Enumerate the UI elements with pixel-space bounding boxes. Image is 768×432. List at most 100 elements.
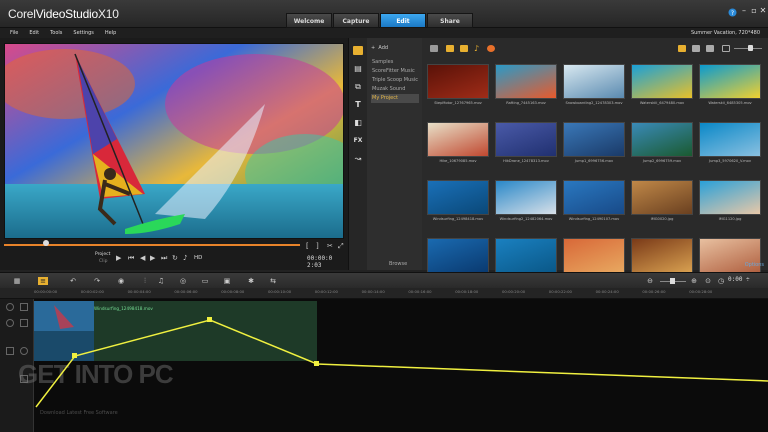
menu-settings[interactable]: Settings xyxy=(73,30,94,36)
timeline-settings-icon[interactable]: ◷ xyxy=(716,277,726,285)
filter-fx-icon[interactable]: FX xyxy=(353,136,363,145)
zoom-slider[interactable] xyxy=(660,278,686,284)
library-clip[interactable]: Jump1_6996756.mov xyxy=(563,122,625,163)
menu-tools[interactable]: Tools xyxy=(50,30,62,36)
grid-size-icon[interactable] xyxy=(722,45,730,52)
tab-edit[interactable]: Edit xyxy=(380,13,426,28)
library-clip[interactable]: Windsurfing_12498418.mov xyxy=(427,180,489,221)
volume-icon[interactable]: ♪ xyxy=(183,253,187,263)
graphic-icon[interactable]: ◧ xyxy=(353,118,363,127)
menu-edit[interactable]: Edit xyxy=(29,30,39,36)
envelope-keyframe[interactable] xyxy=(314,361,319,366)
time-remapping-icon[interactable]: ⇆ xyxy=(268,277,278,285)
timeline-timecode[interactable]: 0:00 ÷ xyxy=(728,276,750,283)
play-icon[interactable]: ▶ xyxy=(116,253,121,263)
tab-welcome[interactable]: Welcome xyxy=(286,13,332,28)
folder-muzak-sound-effect[interactable]: Muzak Sound Effect xyxy=(371,85,419,101)
add-folder-button[interactable]: + Add xyxy=(371,45,388,51)
envelope-keyframe[interactable] xyxy=(72,353,77,358)
options-button[interactable]: Options xyxy=(745,262,764,268)
library-clip[interactable]: Waterskiii_6479480.mov xyxy=(631,64,693,105)
library-clip[interactable]: HikDrone_12478313.mov xyxy=(495,122,557,163)
project-info: Summer Vacation, 720*480 xyxy=(690,30,760,36)
thumbnail-view-icon[interactable] xyxy=(692,45,700,52)
minimize-icon[interactable]: – xyxy=(739,6,749,15)
home-icon[interactable]: ⏮ xyxy=(128,253,134,263)
repeat-icon[interactable]: ↻ xyxy=(172,253,178,263)
library-clip[interactable]: Hike_10679085.mov xyxy=(427,122,489,163)
ruler-tick: 00:00:24:00 xyxy=(595,289,619,294)
undo-icon[interactable]: ↶ xyxy=(68,277,78,285)
close-icon[interactable]: ✕ xyxy=(758,6,768,15)
browse-button[interactable]: Browse xyxy=(389,261,407,267)
show-videos-icon[interactable] xyxy=(446,45,454,52)
folder-triple-scoop-music[interactable]: Triple Scoop Music xyxy=(371,76,419,85)
envelope-keyframe[interactable] xyxy=(207,317,212,322)
library-clip[interactable]: Waterskii_6485305.mov xyxy=(699,64,761,105)
resize-icon[interactable]: ⤢ xyxy=(338,241,344,251)
hd-toggle[interactable]: HD xyxy=(194,255,202,261)
subtitle-editor-icon[interactable]: ▭ xyxy=(200,277,210,285)
end-icon[interactable]: ⏭ xyxy=(161,253,167,263)
clip-mode-label[interactable]: Clip xyxy=(99,259,108,264)
tab-capture[interactable]: Capture xyxy=(333,13,379,28)
folder-my-project[interactable]: My Project xyxy=(371,94,419,103)
menu-file[interactable]: File xyxy=(10,30,18,36)
library-clip[interactable] xyxy=(563,238,625,273)
library-clip[interactable]: Jump3_5970620_V.mov xyxy=(699,122,761,163)
thumbnail-size-slider[interactable] xyxy=(734,45,762,51)
volume-envelope[interactable] xyxy=(0,299,768,432)
mark-out-button[interactable]: ] xyxy=(316,241,319,251)
instant-project-icon[interactable]: ▤ xyxy=(353,64,363,73)
library-clip[interactable]: Rafting_7445163.mov xyxy=(495,64,557,105)
next-frame-icon[interactable]: ▶ xyxy=(150,253,155,263)
previous-frame-icon[interactable]: ◀ xyxy=(140,253,145,263)
show-audio-icon[interactable]: ♪ xyxy=(474,45,482,53)
record-capture-icon[interactable]: ◉ xyxy=(116,277,126,285)
mask-creator-icon[interactable]: ✱ xyxy=(246,277,256,285)
mark-in-button[interactable]: [ xyxy=(306,241,309,251)
zoom-slider-handle[interactable] xyxy=(670,278,675,284)
library-clip[interactable]: IMG1120.jpg xyxy=(699,180,761,221)
help-icon[interactable]: ? xyxy=(727,8,737,17)
zoom-out-icon[interactable]: ⊖ xyxy=(645,277,655,285)
auto-music-icon[interactable]: ♫ xyxy=(156,277,166,285)
library-clip[interactable] xyxy=(495,238,557,273)
redo-icon[interactable]: ↷ xyxy=(92,277,102,285)
title-icon[interactable]: T xyxy=(353,100,363,109)
menu-help[interactable]: Help xyxy=(105,30,116,36)
sound-mixer-icon[interactable]: ⫶ xyxy=(140,277,150,285)
tab-share[interactable]: Share xyxy=(427,13,473,28)
list-view-icon[interactable] xyxy=(678,45,686,52)
library-clip[interactable]: StepMotor_12767965.mov xyxy=(427,64,489,105)
folder-scorefitter-music[interactable]: ScoreFitter Music xyxy=(371,67,419,76)
library-clip[interactable]: Jump2_6996759.mov xyxy=(631,122,693,163)
motion-tracking-icon[interactable]: ◎ xyxy=(178,277,188,285)
media-icon[interactable] xyxy=(353,46,363,55)
library-clip[interactable] xyxy=(631,238,693,273)
timeline-view-icon[interactable]: ≡ xyxy=(38,277,48,285)
player-timecode[interactable]: 00:00:0 2:03 xyxy=(307,255,348,269)
storyboard-view-icon[interactable]: ▦ xyxy=(12,277,22,285)
thumbnail-size-handle[interactable] xyxy=(748,45,753,51)
timeline-ruler[interactable]: 00:00:00:00 00:00:02:00 00:00:04:00 00:00:0… xyxy=(0,288,768,299)
sort-icon[interactable] xyxy=(706,45,714,52)
library-clip[interactable]: Snowboarding2_12478303.mov xyxy=(563,64,625,105)
library-clip[interactable] xyxy=(427,238,489,273)
open-folder-icon[interactable] xyxy=(430,45,438,52)
library-clip[interactable]: Windsurfing2_12482064.mov xyxy=(495,180,557,221)
multi-camera-icon[interactable]: ▣ xyxy=(222,277,232,285)
library-clip[interactable]: IMG0020.jpg xyxy=(631,180,693,221)
scrub-handle[interactable] xyxy=(43,240,49,246)
zoom-in-icon[interactable]: ⊕ xyxy=(689,277,699,285)
fit-project-icon[interactable]: ⊙ xyxy=(703,277,713,285)
path-icon[interactable]: ↝ xyxy=(353,154,363,163)
clip-thumbnail xyxy=(427,180,489,215)
library-clip[interactable]: Windsurfing_12490107.mov xyxy=(563,180,625,221)
show-effects-icon[interactable] xyxy=(487,45,495,52)
show-photos-icon[interactable] xyxy=(460,45,468,52)
folder-samples[interactable]: Samples xyxy=(371,58,419,67)
transition-icon[interactable]: ⧉ xyxy=(353,82,363,91)
project-mode-label[interactable]: Project xyxy=(95,252,110,257)
split-icon[interactable]: ✂ xyxy=(327,241,333,251)
